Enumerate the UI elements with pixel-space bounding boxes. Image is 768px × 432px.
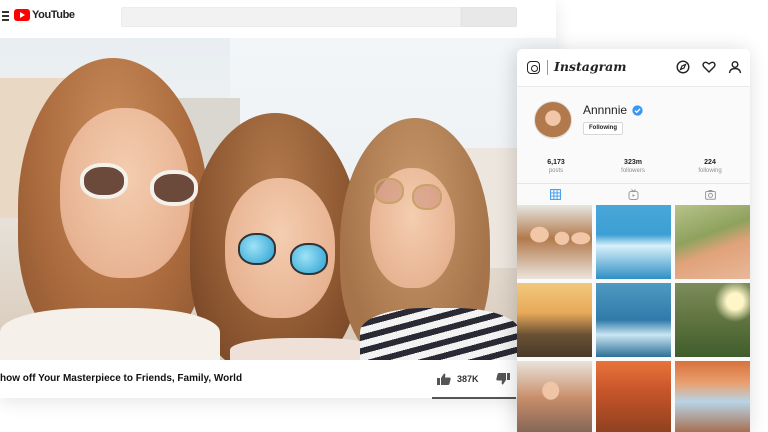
username: Annnnie: [583, 103, 628, 117]
youtube-play-icon: [14, 9, 30, 21]
sunglasses-lens: [150, 170, 198, 206]
compass-icon[interactable]: [676, 60, 690, 74]
avatar[interactable]: [534, 101, 572, 139]
like-button[interactable]: 387K: [437, 373, 479, 385]
post-thumbnail[interactable]: [596, 361, 671, 432]
video-title: how off Your Masterpiece to Friends, Fam…: [0, 373, 243, 384]
search-button[interactable]: [461, 7, 517, 27]
post-thumbnail[interactable]: [517, 283, 592, 357]
search-input[interactable]: [121, 7, 461, 27]
verified-badge-icon: [632, 104, 643, 116]
youtube-header: YouTube: [0, 0, 556, 34]
like-count: 387K: [457, 374, 479, 384]
instagram-window: Instagram Annnnie Following 6,173 posts …: [517, 49, 750, 432]
sunglasses-lens: [80, 163, 128, 199]
header-divider: [547, 60, 548, 75]
stat-followers[interactable]: 323m followers: [603, 159, 663, 174]
stat-posts[interactable]: 6,173 posts: [526, 159, 586, 174]
sunglasses-lens: [290, 243, 328, 275]
instagram-camera-icon[interactable]: [527, 61, 540, 74]
instagram-header: Instagram: [517, 49, 750, 87]
video-player[interactable]: [0, 38, 556, 360]
sunglasses-lens: [374, 178, 404, 204]
youtube-logo-text: YouTube: [32, 9, 75, 21]
person-shirt: [0, 308, 220, 360]
stage: YouTube how off Your Masterpiece to Frie…: [0, 0, 768, 432]
stat-label: followers: [621, 168, 645, 174]
tv-icon[interactable]: [628, 189, 639, 200]
post-thumbnail[interactable]: [596, 205, 671, 279]
youtube-window: YouTube how off Your Masterpiece to Frie…: [0, 0, 556, 399]
person-shirt: [230, 338, 380, 360]
sunglasses-lens: [238, 233, 276, 265]
post-thumbnail[interactable]: [675, 283, 750, 357]
user-icon[interactable]: [728, 60, 742, 74]
post-thumbnail[interactable]: [517, 205, 592, 279]
like-ratio-bar: [432, 397, 516, 399]
stat-value: 224: [704, 159, 716, 166]
person-shirt: [360, 308, 520, 360]
menu-icon[interactable]: [2, 11, 10, 21]
stat-value: 6,173: [547, 159, 565, 166]
stat-following[interactable]: 224 following: [680, 159, 740, 174]
grid-icon[interactable]: [550, 189, 561, 200]
instagram-logo-text[interactable]: Instagram: [554, 59, 627, 74]
youtube-logo[interactable]: YouTube: [14, 9, 75, 21]
stat-label: posts: [548, 168, 564, 174]
profile-stats: 6,173 posts 323m followers 224 following: [517, 159, 750, 181]
stat-label: following: [698, 168, 722, 174]
post-thumbnail[interactable]: [675, 361, 750, 432]
heart-icon[interactable]: [702, 60, 716, 74]
sunglasses-lens: [412, 184, 442, 210]
profile-header: Annnnie: [583, 103, 643, 117]
thumbs-down-icon[interactable]: [496, 373, 510, 385]
tagged-camera-icon[interactable]: [705, 189, 716, 200]
post-thumbnail[interactable]: [517, 361, 592, 432]
profile-tabs: [517, 184, 750, 204]
post-thumbnail[interactable]: [675, 205, 750, 279]
stat-value: 323m: [624, 159, 642, 166]
post-thumbnail[interactable]: [596, 283, 671, 357]
thumbs-up-icon: [437, 373, 451, 385]
following-button[interactable]: Following: [583, 122, 623, 135]
